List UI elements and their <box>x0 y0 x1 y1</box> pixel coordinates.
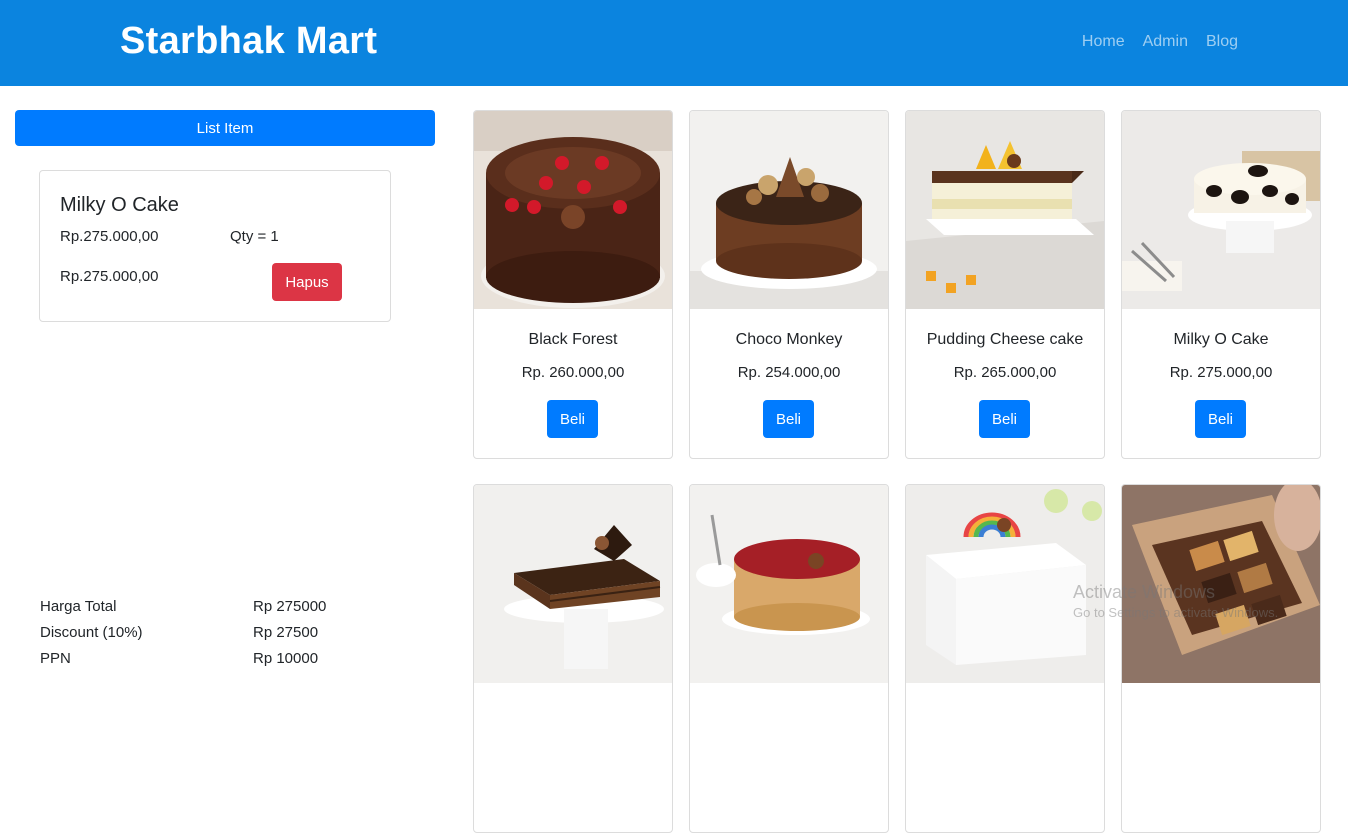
product-card <box>1121 484 1321 833</box>
product-card: Milky O Cake Rp. 275.000,00 Beli <box>1121 110 1321 459</box>
summary-label: PPN <box>40 650 71 667</box>
watermark-subtitle: Go to Settings to activate Windows. <box>1073 605 1279 620</box>
watermark-title: Activate Windows <box>1073 582 1216 602</box>
red-velvet-cake-image[interactable] <box>690 485 888 683</box>
cart-item-name: Milky O Cake <box>60 194 179 216</box>
product-name: Choco Monkey <box>735 331 843 348</box>
windows-activation-watermark: Activate Windows Go to Settings to activ… <box>1073 582 1278 620</box>
product-price: Rp. 260.000,00 <box>521 364 625 381</box>
product-price: Rp. 275.000,00 <box>1169 364 1273 381</box>
summary-row: Discount (10%) Rp 27500 <box>40 624 360 650</box>
layered-pudding-cake-image[interactable] <box>906 111 1104 309</box>
brand-logo[interactable]: Starbhak Mart <box>120 20 377 63</box>
product-card: Choco Monkey Rp. 254.000,00 Beli <box>689 110 889 459</box>
list-item-button[interactable]: List Item <box>15 110 435 146</box>
product-price: Rp. 265.000,00 <box>953 364 1057 381</box>
summary-row: PPN Rp 10000 <box>40 650 360 676</box>
navbar: Starbhak Mart Home Admin Blog <box>0 0 1348 86</box>
product-card: Black Forest Rp. 260.000,00 Beli <box>473 110 673 459</box>
summary-label: Harga Total <box>40 598 117 615</box>
product-card: Pudding Cheese cake Rp. 265.000,00 Beli <box>905 110 1105 459</box>
product-card <box>689 484 889 833</box>
cart-item-qty: Qty = 1 <box>230 228 279 245</box>
order-summary: Harga Total Rp 275000 Discount (10%) Rp … <box>40 598 360 676</box>
nav-links: Home Admin Blog <box>1082 33 1238 51</box>
product-name: Pudding Cheese cake <box>926 331 1084 348</box>
cart-item-subtotal: Rp.275.000,00 <box>60 268 159 285</box>
buy-button[interactable]: Beli <box>547 400 598 438</box>
product-card <box>905 484 1105 833</box>
buy-button[interactable]: Beli <box>979 400 1030 438</box>
product-card <box>473 484 673 833</box>
summary-value: Rp 10000 <box>253 650 319 667</box>
chocolate-cake-cherries-image[interactable] <box>474 111 672 309</box>
product-price: Rp. 254.000,00 <box>737 364 841 381</box>
summary-row: Harga Total Rp 275000 <box>40 598 360 624</box>
cow-pattern-cake-image[interactable] <box>1122 111 1320 309</box>
chocolate-mousse-cake-image[interactable] <box>690 111 888 309</box>
summary-value: Rp 27500 <box>253 624 319 641</box>
product-name: Milky O Cake <box>1173 331 1269 348</box>
buy-button[interactable]: Beli <box>1195 400 1246 438</box>
product-name: Black Forest <box>528 331 618 348</box>
cart-item-card: Milky O Cake Rp.275.000,00 Qty = 1 Rp.27… <box>39 170 391 322</box>
summary-label: Discount (10%) <box>40 624 143 641</box>
layered-chocolate-cake-image[interactable] <box>474 485 672 683</box>
remove-item-button[interactable]: Hapus <box>272 263 342 301</box>
nav-blog-link[interactable]: Blog <box>1206 33 1238 51</box>
nav-home-link[interactable]: Home <box>1082 33 1125 51</box>
nav-admin-link[interactable]: Admin <box>1143 33 1188 51</box>
summary-value: Rp 275000 <box>253 598 327 615</box>
cart-item-price: Rp.275.000,00 <box>60 228 159 245</box>
buy-button[interactable]: Beli <box>763 400 814 438</box>
